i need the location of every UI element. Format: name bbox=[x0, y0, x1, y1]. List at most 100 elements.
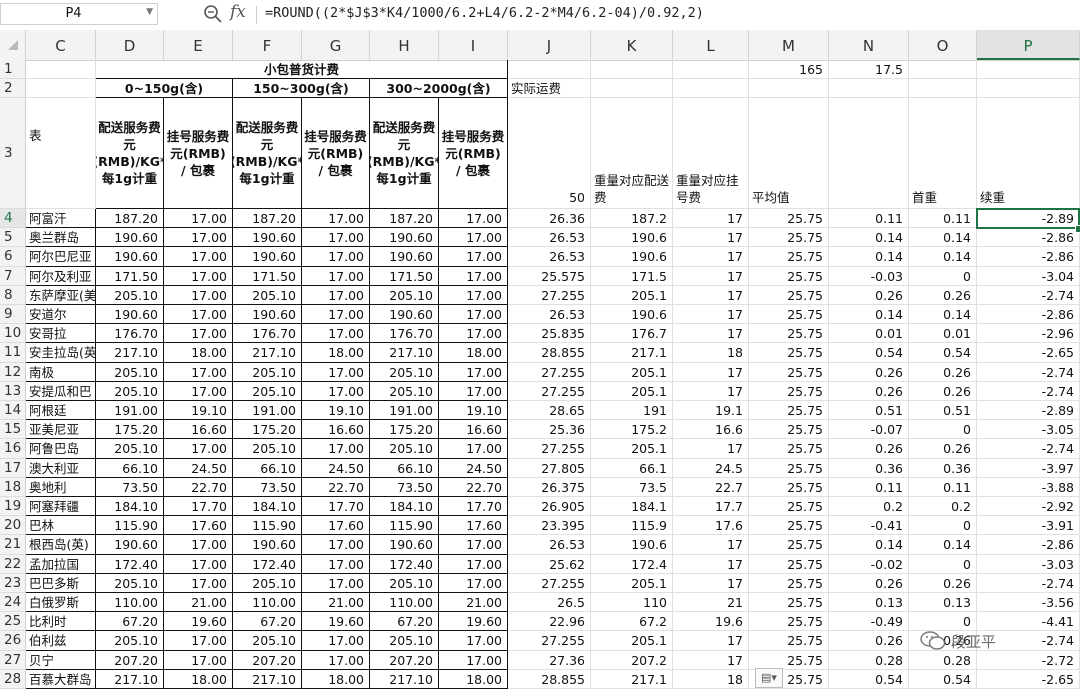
calc-cell-l[interactable]: 17 bbox=[673, 573, 749, 593]
fee-cell-e[interactable]: 17.00 bbox=[164, 381, 233, 401]
calc-cell-n[interactable]: 0.26 bbox=[829, 381, 909, 401]
fee-cell-f[interactable]: 176.70 bbox=[233, 324, 302, 344]
fee-cell-g[interactable]: 17.00 bbox=[302, 573, 370, 593]
calc-cell-p[interactable]: -4.41 bbox=[977, 612, 1080, 632]
function-icon[interactable]: fx bbox=[230, 2, 246, 22]
fee-cell-i[interactable]: 17.00 bbox=[439, 650, 508, 670]
fee-cell-e[interactable]: 24.50 bbox=[164, 458, 233, 478]
calc-cell-o[interactable]: 0.11 bbox=[909, 209, 977, 229]
fee-cell-g[interactable]: 17.00 bbox=[302, 228, 370, 248]
row-header-14[interactable]: 14 bbox=[0, 401, 26, 421]
calc-cell-o[interactable]: 0.28 bbox=[909, 650, 977, 670]
fee-cell-h[interactable]: 205.10 bbox=[370, 439, 439, 459]
calc-cell-m[interactable]: 25.75 bbox=[749, 535, 829, 555]
calc-cell-l[interactable]: 19.6 bbox=[673, 612, 749, 632]
calc-cell-m[interactable]: 25.75 bbox=[749, 401, 829, 421]
calc-cell-n[interactable]: 0.14 bbox=[829, 228, 909, 248]
fee-cell-h[interactable]: 110.00 bbox=[370, 593, 439, 613]
row-header-23[interactable]: 23 bbox=[0, 573, 26, 593]
calc-cell-m[interactable]: 25.75 bbox=[749, 573, 829, 593]
calc-cell-l[interactable]: 22.7 bbox=[673, 477, 749, 497]
country-cell[interactable]: 白俄罗斯 bbox=[26, 593, 96, 613]
cell-J2[interactable]: 实际运费 bbox=[508, 79, 591, 98]
calc-cell-j[interactable]: 27.255 bbox=[508, 362, 591, 382]
fee-cell-i[interactable]: 17.00 bbox=[439, 228, 508, 248]
calc-cell-m[interactable]: 25.75 bbox=[749, 228, 829, 248]
fee-cell-e[interactable]: 18.00 bbox=[164, 669, 233, 689]
calc-cell-n[interactable]: 0.11 bbox=[829, 477, 909, 497]
calc-cell-j[interactable]: 25.835 bbox=[508, 324, 591, 344]
fee-cell-f[interactable]: 66.10 bbox=[233, 458, 302, 478]
calc-cell-m[interactable]: 25.75 bbox=[749, 305, 829, 325]
calc-cell-m[interactable]: 25.75 bbox=[749, 631, 829, 651]
calc-cell-l[interactable]: 17 bbox=[673, 247, 749, 267]
calc-cell-n[interactable]: 0.2 bbox=[829, 497, 909, 517]
fee-cell-h[interactable]: 176.70 bbox=[370, 324, 439, 344]
calc-cell-j[interactable]: 26.905 bbox=[508, 497, 591, 517]
row-header-15[interactable]: 15 bbox=[0, 420, 26, 440]
calc-cell-l[interactable]: 17 bbox=[673, 362, 749, 382]
country-cell[interactable]: 南极 bbox=[26, 362, 96, 382]
calc-cell-o[interactable]: 0.26 bbox=[909, 381, 977, 401]
calc-cell-p[interactable]: -2.86 bbox=[977, 247, 1080, 267]
row-header-1[interactable]: 1 bbox=[0, 60, 26, 79]
calc-cell-p[interactable]: -2.86 bbox=[977, 305, 1080, 325]
calc-cell-o[interactable]: 0.26 bbox=[909, 285, 977, 305]
cell-J1[interactable] bbox=[508, 60, 591, 79]
calc-cell-l[interactable]: 17 bbox=[673, 554, 749, 574]
calc-cell-p[interactable]: -2.96 bbox=[977, 324, 1080, 344]
country-cell[interactable]: 阿尔及利亚 bbox=[26, 266, 96, 286]
country-cell[interactable]: 安道尔 bbox=[26, 305, 96, 325]
cell-P3[interactable]: 续重 bbox=[977, 98, 1080, 209]
fee-cell-h[interactable]: 190.60 bbox=[370, 535, 439, 555]
fee-cell-g[interactable]: 16.60 bbox=[302, 420, 370, 440]
country-cell[interactable]: 比利时 bbox=[26, 612, 96, 632]
country-cell[interactable]: 巴巴多斯 bbox=[26, 573, 96, 593]
calc-cell-l[interactable]: 17 bbox=[673, 228, 749, 248]
calc-cell-n[interactable]: -0.41 bbox=[829, 516, 909, 536]
fee-cell-i[interactable]: 17.00 bbox=[439, 305, 508, 325]
fee-cell-i[interactable]: 17.00 bbox=[439, 362, 508, 382]
fee-cell-d[interactable]: 217.10 bbox=[96, 669, 164, 689]
fill-handle[interactable] bbox=[1075, 225, 1080, 234]
fee-cell-e[interactable]: 22.70 bbox=[164, 477, 233, 497]
fee-cell-g[interactable]: 24.50 bbox=[302, 458, 370, 478]
row-header-7[interactable]: 7 bbox=[0, 266, 26, 286]
fee-cell-f[interactable]: 67.20 bbox=[233, 612, 302, 632]
fee-cell-g[interactable]: 17.00 bbox=[302, 381, 370, 401]
country-cell[interactable]: 根西岛(英) bbox=[26, 535, 96, 555]
calc-cell-k[interactable]: 172.4 bbox=[591, 554, 673, 574]
fee-cell-f[interactable]: 115.90 bbox=[233, 516, 302, 536]
fee-cell-i[interactable]: 17.00 bbox=[439, 324, 508, 344]
calc-cell-l[interactable]: 17.6 bbox=[673, 516, 749, 536]
calc-cell-o[interactable]: 0.14 bbox=[909, 305, 977, 325]
calc-cell-n[interactable]: 0.26 bbox=[829, 631, 909, 651]
fee-cell-g[interactable]: 17.00 bbox=[302, 266, 370, 286]
calc-cell-n[interactable]: 0.36 bbox=[829, 458, 909, 478]
row-header-28[interactable]: 28 bbox=[0, 669, 26, 689]
calc-cell-o[interactable]: 0.2 bbox=[909, 497, 977, 517]
row-header-24[interactable]: 24 bbox=[0, 593, 26, 613]
calc-cell-o[interactable]: 0.51 bbox=[909, 401, 977, 421]
row-header-25[interactable]: 25 bbox=[0, 612, 26, 632]
calc-cell-k[interactable]: 217.1 bbox=[591, 343, 673, 363]
column-header-E[interactable]: E bbox=[164, 30, 233, 60]
fee-cell-d[interactable]: 207.20 bbox=[96, 650, 164, 670]
calc-cell-p[interactable]: -3.97 bbox=[977, 458, 1080, 478]
calc-cell-k[interactable]: 205.1 bbox=[591, 573, 673, 593]
calc-cell-n[interactable]: 0.14 bbox=[829, 535, 909, 555]
calc-cell-o[interactable]: 0.01 bbox=[909, 324, 977, 344]
calc-cell-o[interactable]: 0.26 bbox=[909, 362, 977, 382]
fee-cell-f[interactable]: 187.20 bbox=[233, 209, 302, 229]
calc-cell-m[interactable]: 25.75 bbox=[749, 458, 829, 478]
fee-cell-h[interactable]: 207.20 bbox=[370, 650, 439, 670]
fee-cell-d[interactable]: 205.10 bbox=[96, 285, 164, 305]
calc-cell-l[interactable]: 17 bbox=[673, 209, 749, 229]
row-header-11[interactable]: 11 bbox=[0, 343, 26, 363]
calc-cell-p[interactable]: -2.74 bbox=[977, 573, 1080, 593]
fee-cell-f[interactable]: 190.60 bbox=[233, 228, 302, 248]
calc-cell-j[interactable]: 27.255 bbox=[508, 381, 591, 401]
calc-cell-p[interactable]: -2.65 bbox=[977, 343, 1080, 363]
column-header-K[interactable]: K bbox=[591, 30, 673, 60]
calc-cell-j[interactable]: 27.36 bbox=[508, 650, 591, 670]
